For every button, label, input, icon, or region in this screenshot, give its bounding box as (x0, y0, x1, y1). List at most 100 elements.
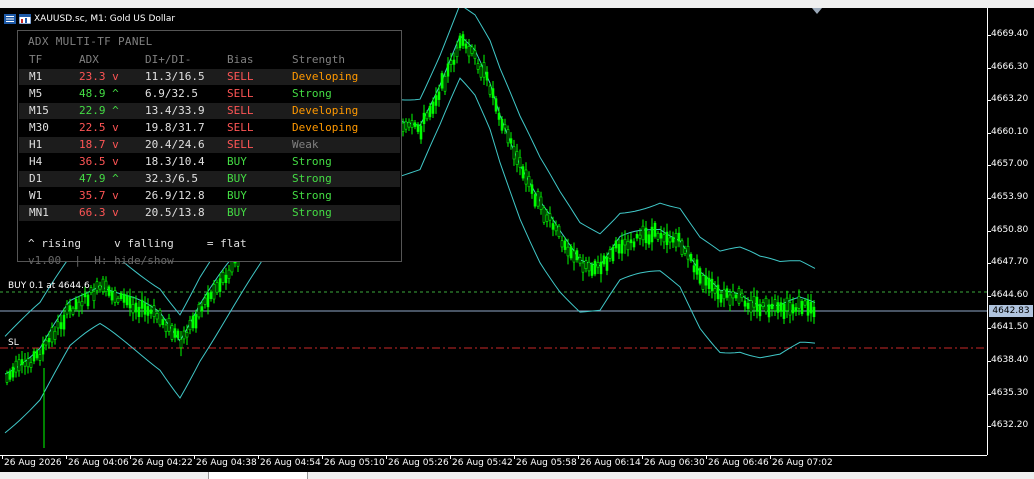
candle (560, 235, 564, 253)
candle (227, 265, 231, 284)
candle (533, 192, 537, 209)
candle (209, 289, 213, 302)
cell-di: 32.3/6.5 (145, 172, 198, 185)
candle (767, 299, 771, 323)
candle (614, 237, 618, 252)
candle (20, 350, 24, 374)
time-label: 26 Aug 06:14 (580, 458, 641, 468)
legend-flat: = flat (206, 237, 247, 250)
candle (662, 227, 666, 250)
candle (800, 299, 804, 317)
price-label: 4653.90 (991, 192, 1029, 202)
cell-bias: SELL (227, 138, 254, 151)
candle (626, 234, 630, 257)
candle (8, 368, 12, 382)
panel-row-m1: M1 23.3 v 11.3/16.5 SELL Developing (19, 69, 400, 85)
candle (572, 242, 576, 271)
candle (38, 349, 42, 366)
time-axis[interactable]: 26 Aug 2026 26 Aug 04:06 26 Aug 04:22 26 Au… (0, 455, 987, 473)
candle (452, 52, 456, 73)
candle (65, 300, 69, 319)
candle (770, 296, 774, 317)
candle (221, 269, 225, 286)
candle (170, 322, 174, 342)
candle (59, 314, 63, 337)
time-tick (258, 456, 259, 459)
candle (689, 252, 693, 263)
panel-row-h1: H1 18.7 v 20.4/24.6 SELL Weak (19, 137, 400, 153)
cell-di: 6.9/32.5 (145, 87, 198, 100)
candle (539, 191, 543, 215)
price-chart[interactable]: XAUUSD.sc, M1: Gold US Dollar BUY 0.1 at… (0, 8, 987, 455)
candle (542, 205, 546, 225)
price-label: 4647.70 (991, 257, 1029, 268)
candle (512, 139, 516, 166)
candle (131, 296, 135, 322)
candle (215, 279, 219, 296)
time-label: 26 Aug 04:06 (68, 458, 129, 468)
cell-adx: 22.5 v (79, 121, 119, 134)
candle (761, 299, 765, 310)
candle (794, 303, 798, 317)
candle (644, 220, 648, 250)
candle (128, 288, 132, 317)
panel-legend: ^ rising v falling = flat (28, 237, 247, 250)
cell-bias: SELL (227, 87, 254, 100)
cell-adx: 66.3 v (79, 206, 119, 219)
candle (668, 230, 672, 250)
cell-adx: 48.9 ^ (79, 87, 119, 100)
time-label: 26 Aug 04:22 (132, 458, 193, 468)
candle (119, 291, 123, 301)
candle (587, 256, 591, 277)
candle (740, 288, 744, 302)
candle (611, 244, 615, 264)
cell-tf: MN1 (29, 206, 49, 219)
candle (617, 238, 621, 260)
candle (698, 266, 702, 286)
panel-title: ADX MULTI-TF PANEL (28, 35, 153, 48)
candle (29, 357, 33, 373)
panel-hint: H: hide/show (94, 254, 174, 267)
candle (26, 352, 30, 374)
candle (518, 149, 522, 176)
panel-row-mn1: MN1 66.3 v 20.5/13.8 BUY Strong (19, 205, 400, 221)
candle (425, 110, 429, 122)
candle (674, 228, 678, 252)
candle (752, 287, 756, 317)
candle (650, 218, 654, 251)
time-label: 26 Aug 05:42 (452, 458, 513, 468)
candle (755, 290, 759, 319)
cell-strength: Developing (292, 121, 359, 134)
price-label: 4660.10 (991, 126, 1029, 137)
cell-tf: M30 (29, 121, 49, 134)
cell-strength: Strong (292, 87, 332, 100)
candle (677, 227, 681, 248)
cell-strength: Weak (292, 138, 319, 151)
cell-bias: BUY (227, 172, 247, 185)
time-tick (514, 456, 515, 459)
cell-tf: H4 (29, 155, 43, 168)
panel-row-h4: H4 36.5 v 18.3/10.4 BUY Strong (19, 154, 400, 170)
candle (608, 246, 612, 262)
candle (413, 120, 417, 130)
candle (569, 244, 573, 261)
candle (416, 122, 420, 135)
candle (653, 221, 657, 239)
chart-tab-active[interactable] (208, 472, 308, 479)
candle (152, 298, 156, 324)
time-tick (322, 456, 323, 459)
chart-menu-icon[interactable] (4, 14, 16, 24)
cell-adx: 18.7 v (79, 138, 119, 151)
window-top-strip (0, 0, 1034, 8)
candle (74, 296, 78, 312)
shift-marker-icon[interactable] (812, 8, 822, 14)
candle (140, 291, 144, 318)
candle (695, 254, 699, 280)
cell-bias: BUY (227, 206, 247, 219)
candle (158, 308, 162, 328)
header-tf: TF (29, 53, 43, 66)
price-label: 4638.40 (991, 355, 1029, 365)
time-label: 26 Aug 06:30 (644, 458, 705, 468)
legend-rising: ^ rising (28, 237, 81, 250)
price-axis[interactable]: 4642.83 4669.40 4666.30 4663.20 4660.10 4657… (987, 8, 1034, 455)
